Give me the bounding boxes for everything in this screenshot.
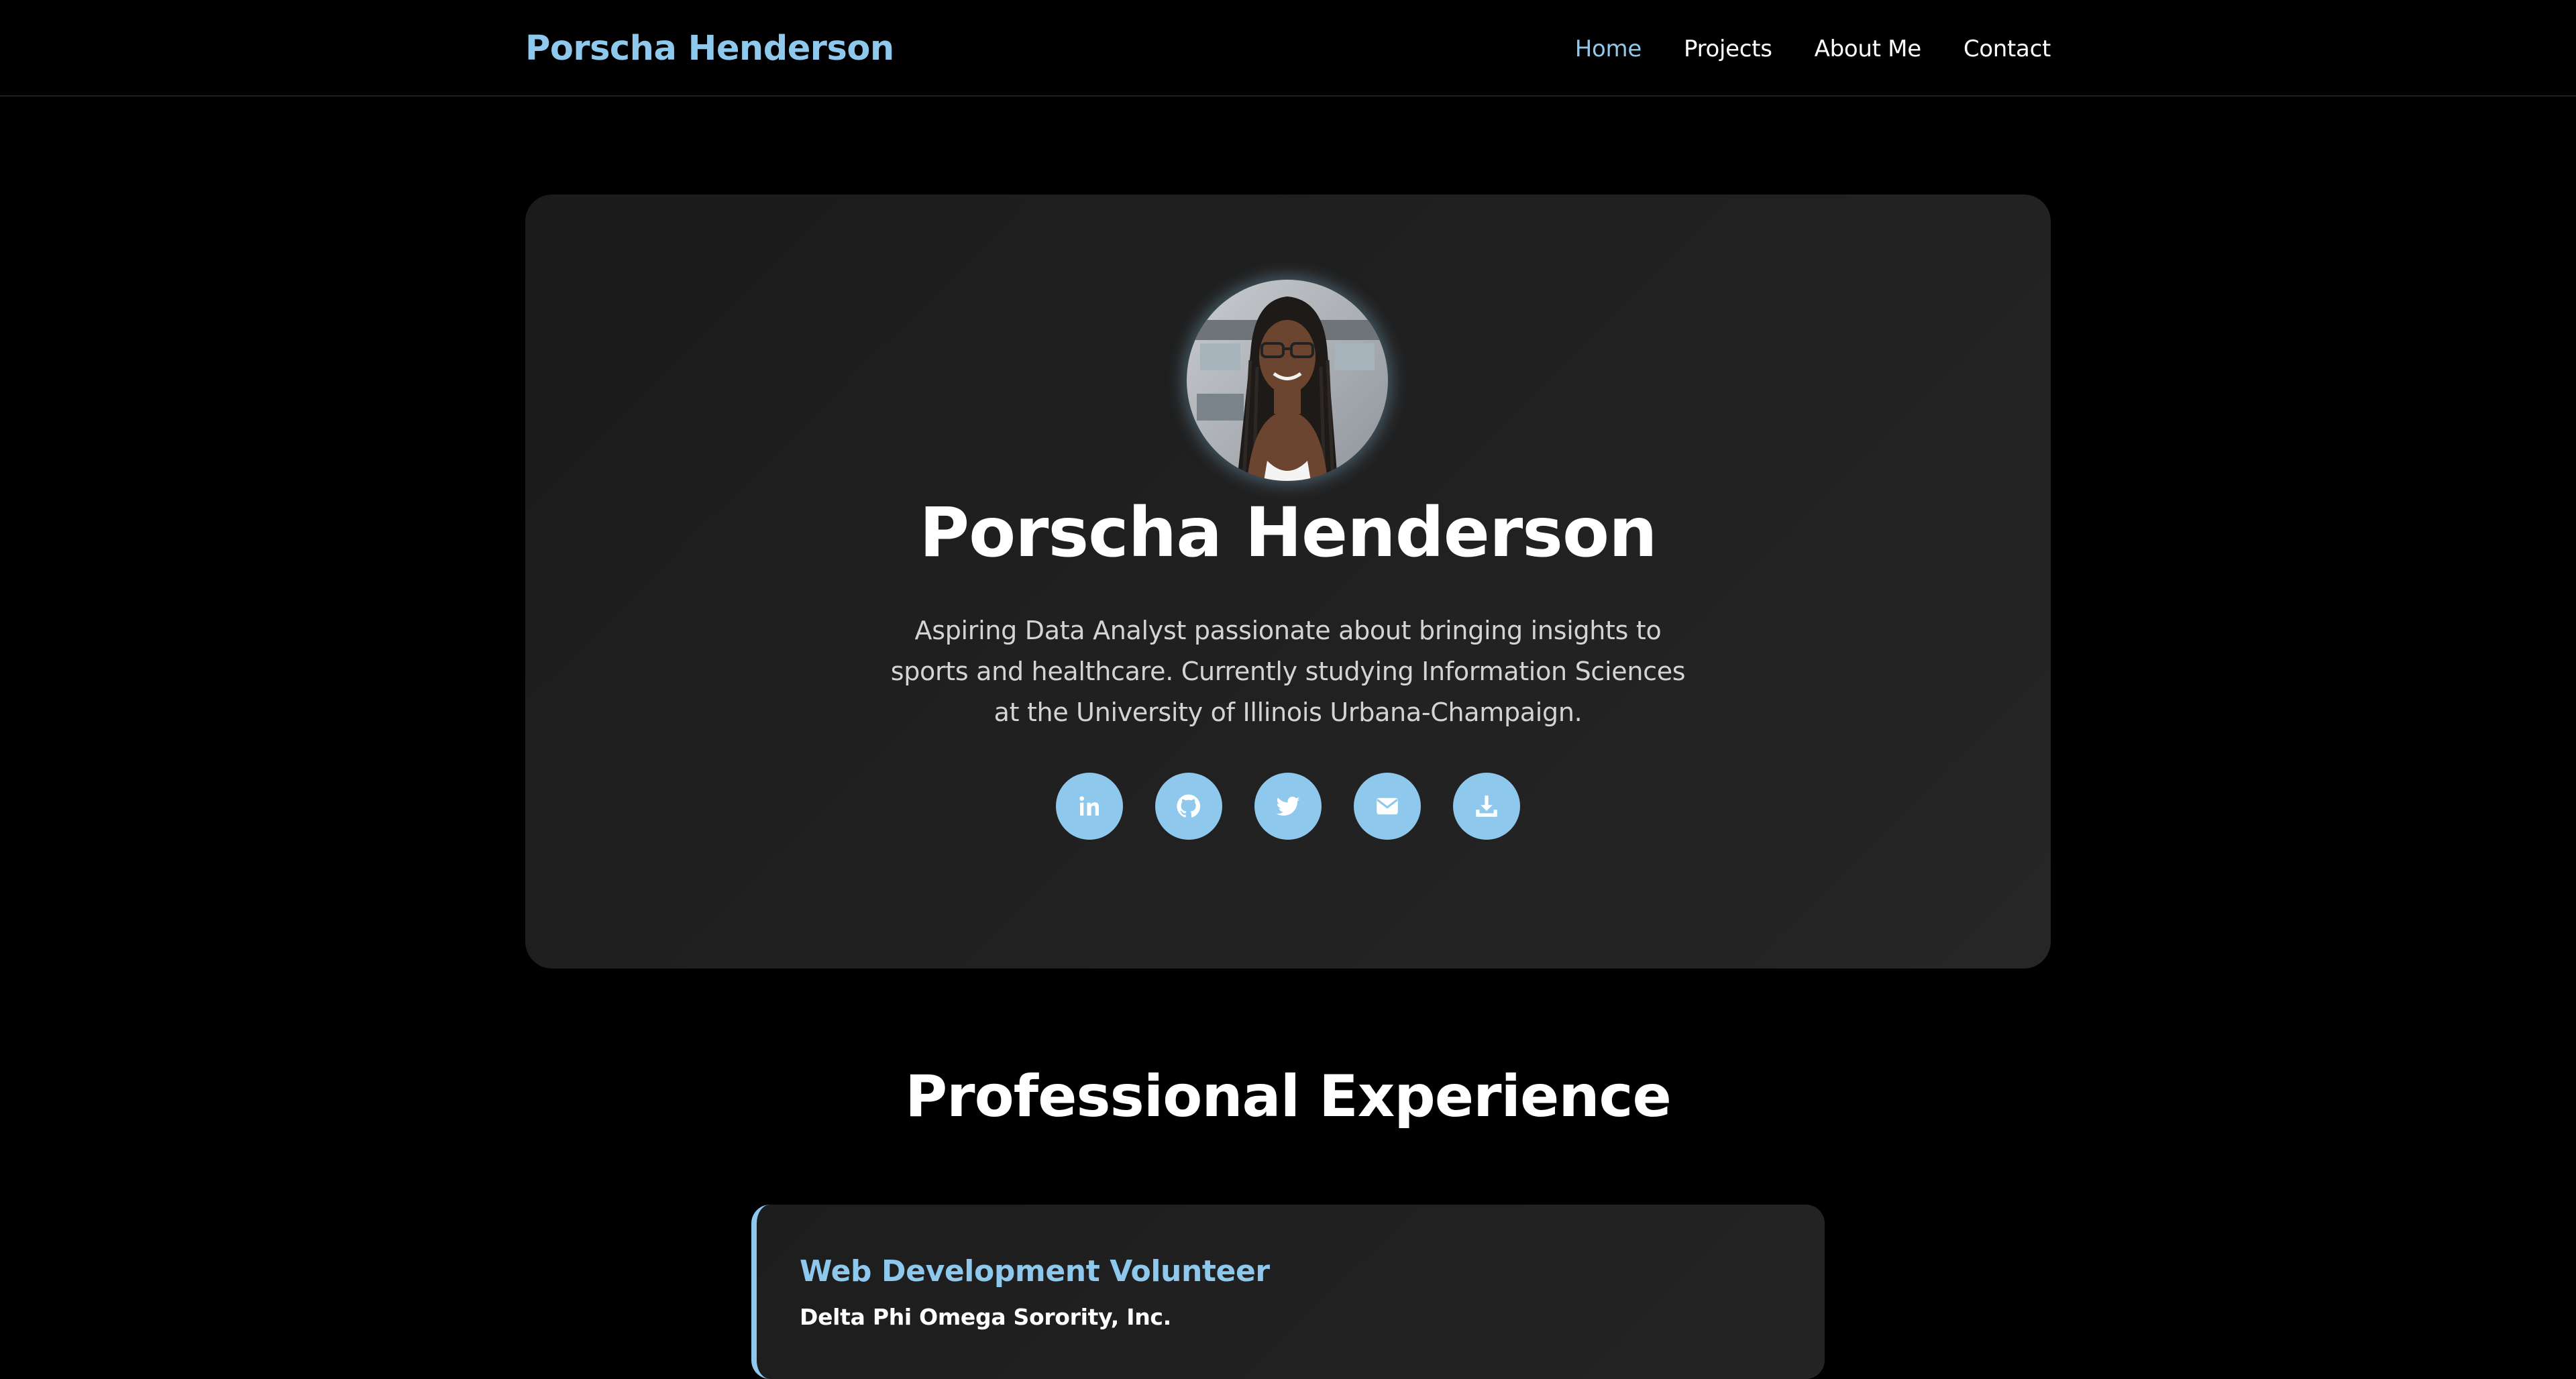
github-icon bbox=[1177, 794, 1201, 818]
hero-bio: Aspiring Data Analyst passionate about b… bbox=[890, 616, 1686, 727]
experience-card: Web Development Volunteer Delta Phi Omeg… bbox=[751, 1205, 1825, 1379]
experience-organization: Delta Phi Omega Sorority, Inc. bbox=[800, 1304, 1171, 1330]
twitter-button[interactable] bbox=[1254, 773, 1322, 840]
nav-menu: Home Projects About Me Contact bbox=[1575, 34, 2051, 64]
social-links bbox=[525, 773, 2051, 840]
navbar: Porscha Henderson Home Projects About Me… bbox=[0, 0, 2576, 97]
download-resume-button[interactable] bbox=[1453, 773, 1520, 840]
experience-section-title: Professional Experience bbox=[905, 1063, 1672, 1130]
hero-name: Porscha Henderson bbox=[919, 493, 1657, 573]
nav-link-home[interactable]: Home bbox=[1575, 34, 1642, 64]
nav-link-about-me[interactable]: About Me bbox=[1815, 34, 1921, 64]
email-icon bbox=[1377, 797, 1398, 815]
profile-avatar bbox=[1187, 280, 1388, 481]
github-button[interactable] bbox=[1155, 773, 1222, 840]
linkedin-icon bbox=[1079, 796, 1099, 816]
email-button[interactable] bbox=[1354, 773, 1421, 840]
nav-link-projects[interactable]: Projects bbox=[1684, 34, 1772, 64]
twitter-icon bbox=[1276, 796, 1300, 816]
experience-role: Web Development Volunteer bbox=[800, 1254, 1270, 1288]
brand-logo-link[interactable]: Porscha Henderson bbox=[525, 25, 894, 72]
linkedin-button[interactable] bbox=[1056, 773, 1123, 840]
download-icon bbox=[1476, 795, 1497, 817]
hero-card: Porscha Henderson Aspiring Data Analyst … bbox=[525, 195, 2051, 969]
nav-link-contact[interactable]: Contact bbox=[1964, 34, 2051, 64]
